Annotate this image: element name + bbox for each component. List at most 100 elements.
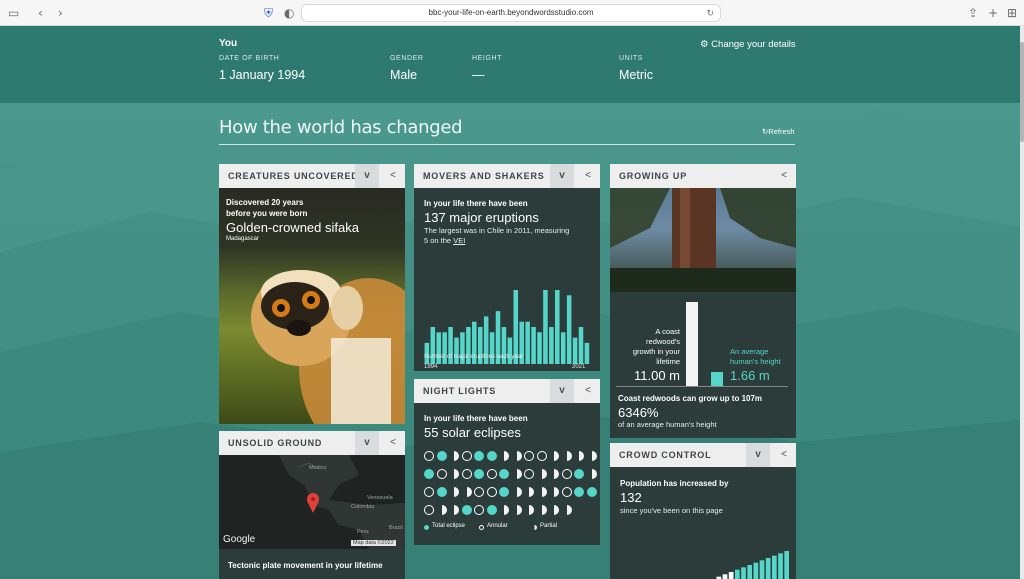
partial-eclipse-dot bbox=[586, 469, 597, 479]
profile-heading: You bbox=[219, 38, 238, 49]
address-bar[interactable]: bbc-your-life-on-earth.beyondwordsstudio… bbox=[301, 4, 721, 22]
eruption-bar bbox=[572, 337, 578, 364]
partial-eclipse-dot bbox=[549, 487, 559, 497]
annular-eclipse-dot bbox=[474, 487, 484, 497]
eruption-bar bbox=[507, 337, 513, 364]
tree-label3: growth in your bbox=[632, 347, 680, 356]
crowd-intro: Population has increased by bbox=[620, 479, 729, 488]
partial-eclipse-dot bbox=[499, 505, 509, 515]
redwood-photo bbox=[610, 188, 796, 292]
chevron-down-icon[interactable]: v bbox=[355, 431, 379, 455]
movers-desc1: The largest was in Chile in 2011, measur… bbox=[424, 226, 570, 235]
units-value: Metric bbox=[619, 68, 654, 82]
google-logo: Google bbox=[223, 534, 256, 545]
crowd-bar bbox=[753, 562, 759, 579]
eclipse-grid bbox=[424, 451, 600, 521]
refresh-button[interactable]: ↻Refresh bbox=[762, 127, 795, 136]
partial-eclipse-dot bbox=[511, 451, 522, 461]
gender-label: GENDER bbox=[390, 55, 424, 62]
legend-partial-swatch bbox=[532, 525, 537, 530]
crowd-bar bbox=[741, 567, 746, 579]
movers-caption: Number of major eruptions each year bbox=[424, 354, 524, 360]
crowd-value: 132 bbox=[620, 490, 642, 505]
back-icon[interactable]: ‹ bbox=[38, 5, 43, 21]
total-eclipse-dot bbox=[436, 487, 447, 497]
creature-line1: Discovered 20 years bbox=[226, 198, 304, 207]
card-header: NIGHT LIGHTS v < bbox=[414, 379, 600, 403]
crowd-bar bbox=[765, 558, 771, 579]
annular-eclipse-dot bbox=[524, 469, 534, 479]
legend-total-swatch bbox=[424, 525, 429, 530]
privacy-shield-icon[interactable]: ⛨ bbox=[264, 5, 273, 21]
forward-icon[interactable]: › bbox=[58, 5, 63, 21]
card-movers: MOVERS AND SHAKERS v < In your life ther… bbox=[414, 164, 600, 371]
creature-line2: before you were born bbox=[226, 209, 308, 218]
scrollbar-thumb[interactable] bbox=[1020, 42, 1024, 142]
growing-sub2: of an average human's height bbox=[618, 420, 717, 429]
card-title: MOVERS AND SHAKERS bbox=[423, 171, 545, 181]
map-label: Colombia bbox=[351, 504, 375, 510]
chevron-down-icon[interactable]: v bbox=[550, 379, 574, 403]
share-icon[interactable]: ⇪ bbox=[968, 5, 978, 21]
share-icon[interactable]: < bbox=[381, 164, 405, 188]
human-height-bar bbox=[711, 372, 723, 386]
partial-eclipse-dot bbox=[599, 451, 600, 461]
chevron-down-icon[interactable]: v bbox=[550, 164, 574, 188]
partial-eclipse-dot bbox=[461, 487, 472, 497]
total-eclipse-dot bbox=[486, 451, 497, 461]
eruption-bar bbox=[560, 332, 566, 364]
total-eclipse-dot bbox=[586, 487, 597, 497]
annular-eclipse-dot bbox=[461, 451, 472, 461]
share-icon[interactable]: < bbox=[772, 164, 796, 188]
partial-eclipse-dot bbox=[524, 487, 534, 497]
partial-eclipse-dot bbox=[574, 451, 584, 461]
share-icon[interactable]: < bbox=[381, 431, 405, 455]
chevron-down-icon[interactable]: v bbox=[355, 164, 379, 188]
new-tab-icon[interactable]: + bbox=[988, 5, 998, 21]
total-eclipse-dot bbox=[574, 469, 584, 479]
tab-overview-icon[interactable]: ⊞ bbox=[1007, 5, 1017, 21]
section-title: How the world has changed bbox=[219, 117, 463, 138]
movers-intro: In your life there have been bbox=[424, 199, 528, 208]
height-label: HEIGHT bbox=[472, 55, 503, 62]
partial-eclipse-dot bbox=[511, 469, 522, 479]
growing-sub1: Coast redwoods can grow up to 107m bbox=[618, 394, 763, 403]
tectonic-map[interactable]: Mexico Venezuela Colombia Peru Brazil Go… bbox=[219, 455, 405, 549]
sidebar-toggle-icon[interactable]: ▭ bbox=[8, 5, 19, 21]
card-header: CREATURES UNCOVERED v < bbox=[219, 164, 405, 188]
page-scrollbar[interactable] bbox=[1020, 26, 1024, 579]
share-icon[interactable]: < bbox=[576, 379, 600, 403]
map-label: Brazil bbox=[389, 525, 403, 531]
tree-label4: lifetime bbox=[656, 357, 680, 366]
partial-eclipse-dot bbox=[549, 469, 559, 479]
vei-link[interactable]: VEI bbox=[453, 236, 465, 245]
reload-icon[interactable]: ↻ bbox=[706, 5, 714, 21]
reader-icon[interactable]: ◐ bbox=[284, 5, 294, 21]
annular-eclipse-dot bbox=[561, 469, 572, 479]
annular-eclipse-dot bbox=[424, 487, 434, 497]
eclipse-intro: In your life there have been bbox=[424, 414, 528, 423]
human-label1: An average bbox=[730, 347, 769, 356]
crowd-bar bbox=[735, 569, 740, 579]
card-header: MOVERS AND SHAKERS v < bbox=[414, 164, 600, 188]
partial-eclipse-dot bbox=[536, 505, 547, 515]
total-eclipse-dot bbox=[424, 469, 434, 479]
chevron-down-icon[interactable]: v bbox=[746, 443, 770, 467]
partial-eclipse-dot bbox=[449, 469, 459, 479]
share-icon[interactable]: < bbox=[772, 443, 796, 467]
annular-eclipse-dot bbox=[561, 487, 572, 497]
share-icon[interactable]: < bbox=[576, 164, 600, 188]
crowd-bar bbox=[778, 553, 783, 579]
crowd-bar bbox=[784, 551, 789, 579]
card-header: CROWD CONTROL v < bbox=[610, 443, 796, 467]
eruption-bar bbox=[513, 290, 519, 364]
card-title: GROWING UP bbox=[619, 171, 687, 181]
crowd-bar bbox=[747, 565, 752, 579]
partial-eclipse-dot bbox=[449, 505, 459, 515]
ground-caption: Tectonic plate movement in your lifetime bbox=[228, 561, 383, 570]
eruption-bar bbox=[543, 290, 548, 364]
change-details-button[interactable]: ⚙ Change your details bbox=[700, 39, 796, 50]
legend-annular-swatch bbox=[479, 525, 484, 530]
section-divider bbox=[219, 144, 795, 145]
card-title: UNSOLID GROUND bbox=[228, 438, 323, 448]
